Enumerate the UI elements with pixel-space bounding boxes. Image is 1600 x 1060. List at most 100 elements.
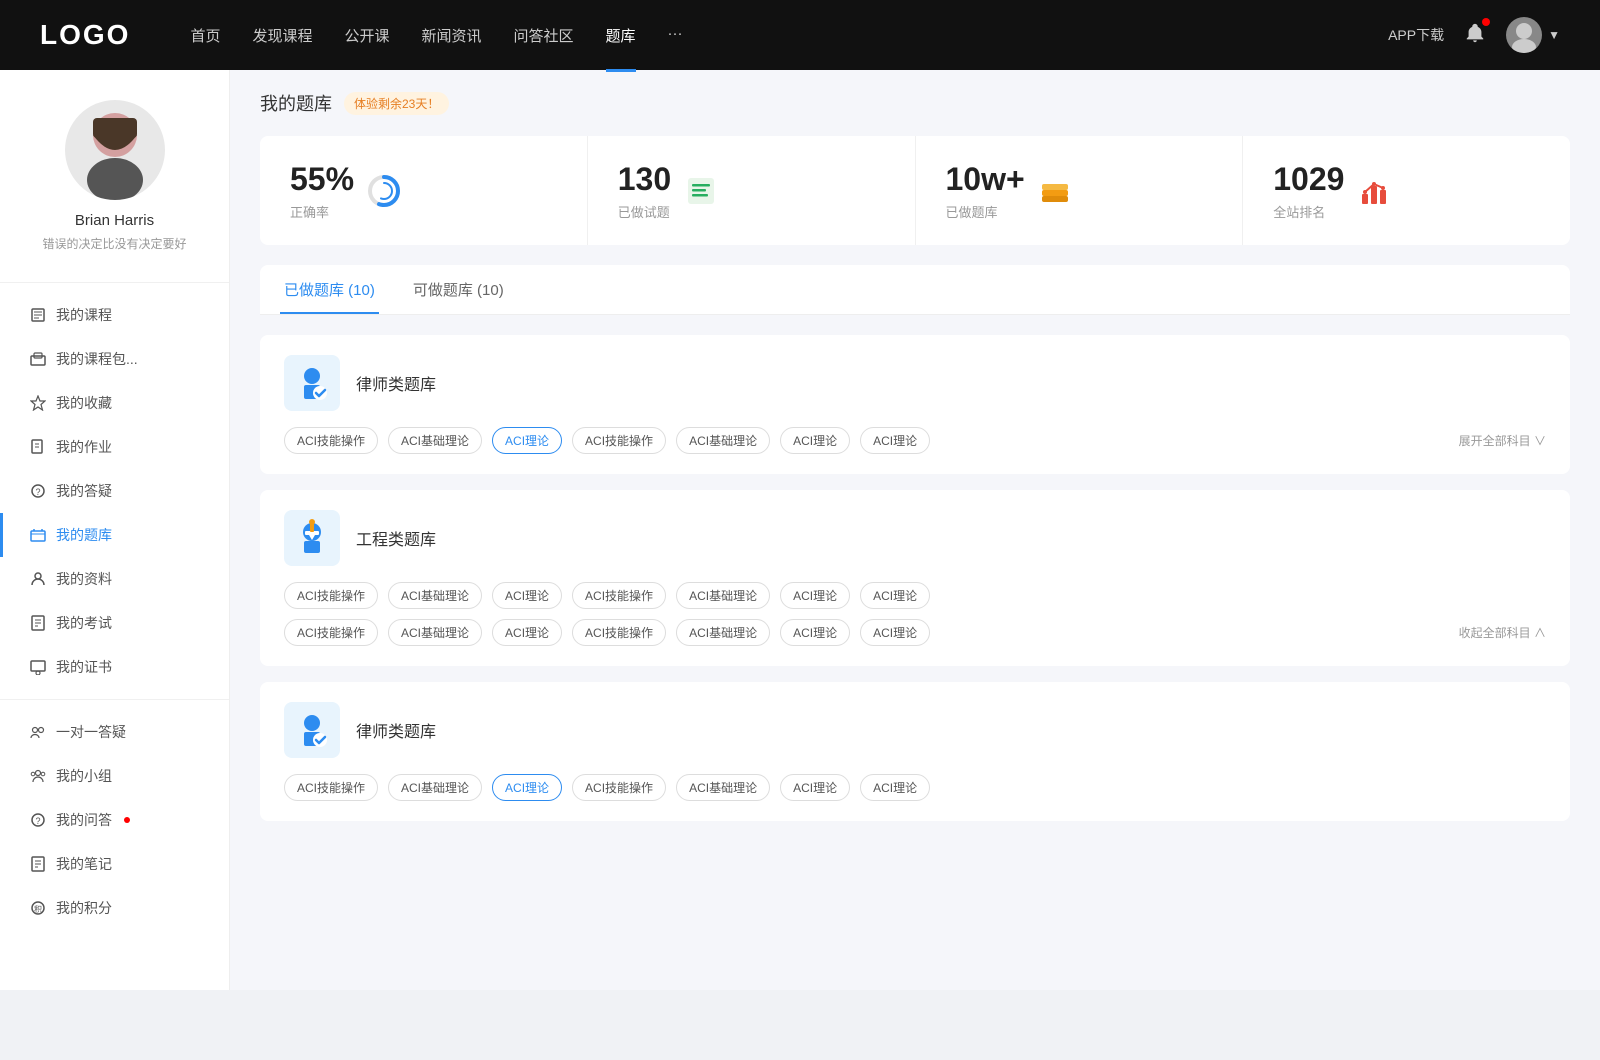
- exam-icon: [30, 615, 46, 631]
- bar-chart-icon: [1356, 173, 1392, 209]
- notification-bell[interactable]: [1464, 22, 1486, 49]
- app-download-button[interactable]: APP下载: [1388, 25, 1444, 45]
- tag-1s-0[interactable]: ACI技能操作: [284, 619, 378, 646]
- tag-0-3[interactable]: ACI技能操作: [572, 427, 666, 454]
- sidebar-item-question[interactable]: ? 我的问答: [0, 798, 229, 842]
- logo: LOGO: [40, 19, 130, 51]
- sidebar-menu: 我的课程 我的课程包... 我的收藏 我的作业: [0, 293, 229, 930]
- sidebar-item-homework[interactable]: 我的作业: [0, 425, 229, 469]
- sidebar-item-bank[interactable]: 我的题库: [0, 513, 229, 557]
- sidebar-item-exam[interactable]: 我的考试: [0, 601, 229, 645]
- stat-accuracy-label: 正确率: [290, 202, 354, 221]
- bank-title-0: 律师类题库: [356, 371, 436, 395]
- nav-more[interactable]: ···: [668, 21, 683, 50]
- expand-link-1[interactable]: 收起全部科目 ∧: [1459, 624, 1546, 641]
- bank-title-1: 工程类题库: [356, 526, 436, 550]
- svg-text:?: ?: [35, 816, 40, 826]
- sidebar: Brian Harris 错误的决定比没有决定要好 我的课程 我的课程包...: [0, 70, 230, 990]
- tag-1s-6[interactable]: ACI理论: [860, 619, 930, 646]
- sidebar-item-group[interactable]: 我的小组: [0, 754, 229, 798]
- list-icon: [683, 173, 719, 209]
- tags-row-1-second: ACI技能操作 ACI基础理论 ACI理论 ACI技能操作 ACI基础理论 AC…: [284, 619, 1546, 646]
- tags-row-2: ACI技能操作 ACI基础理论 ACI理论 ACI技能操作 ACI基础理论 AC…: [284, 774, 1546, 801]
- sidebar-item-oneonone[interactable]: 一对一答疑: [0, 710, 229, 754]
- star-icon: [30, 395, 46, 411]
- stat-accuracy: 55% 正确率: [260, 136, 588, 245]
- profile-name: Brian Harris: [75, 212, 154, 229]
- sidebar-item-package[interactable]: 我的课程包...: [0, 337, 229, 381]
- stack-icon: [1037, 173, 1073, 209]
- expand-link-0[interactable]: 展开全部科目 ∨: [1459, 432, 1546, 449]
- note-icon: [30, 856, 46, 872]
- tag-2-1[interactable]: ACI基础理论: [388, 774, 482, 801]
- qa-icon: ?: [30, 483, 46, 499]
- tag-1-6[interactable]: ACI理论: [860, 582, 930, 609]
- bank-card-2: 律师类题库 ACI技能操作 ACI基础理论 ACI理论 ACI技能操作 ACI基…: [260, 682, 1570, 821]
- svg-text:积: 积: [34, 904, 42, 914]
- nav-open-course[interactable]: 公开课: [344, 21, 389, 50]
- tag-1s-1[interactable]: ACI基础理论: [388, 619, 482, 646]
- profile-motto: 错误的决定比没有决定要好: [42, 235, 186, 252]
- page-title: 我的题库: [260, 90, 332, 116]
- tag-1-3[interactable]: ACI技能操作: [572, 582, 666, 609]
- tag-2-6[interactable]: ACI理论: [860, 774, 930, 801]
- bank-title-2: 律师类题库: [356, 718, 436, 742]
- tag-2-5[interactable]: ACI理论: [780, 774, 850, 801]
- sidebar-item-note[interactable]: 我的笔记: [0, 842, 229, 886]
- group-icon: [30, 768, 46, 784]
- tag-0-1[interactable]: ACI基础理论: [388, 427, 482, 454]
- notification-badge: [1482, 18, 1490, 26]
- nav-news[interactable]: 新闻资讯: [422, 21, 482, 50]
- nav-qa[interactable]: 问答社区: [514, 21, 574, 50]
- nav-bank[interactable]: 题库: [606, 21, 636, 50]
- stat-done-questions-value: 130: [618, 160, 671, 198]
- tag-0-0[interactable]: ACI技能操作: [284, 427, 378, 454]
- bank-card-0: 律师类题库 ACI技能操作 ACI基础理论 ACI理论 ACI技能操作 ACI基…: [260, 335, 1570, 474]
- tag-1-0[interactable]: ACI技能操作: [284, 582, 378, 609]
- bank-icon-engineer: [284, 510, 340, 566]
- tag-2-2[interactable]: ACI理论: [492, 774, 562, 801]
- tag-2-3[interactable]: ACI技能操作: [572, 774, 666, 801]
- tag-1-1[interactable]: ACI基础理论: [388, 582, 482, 609]
- sidebar-item-points[interactable]: 积 我的积分: [0, 886, 229, 930]
- stat-accuracy-value: 55%: [290, 160, 354, 198]
- tag-0-5[interactable]: ACI理论: [780, 427, 850, 454]
- sidebar-divider: [0, 282, 229, 283]
- tag-1s-4[interactable]: ACI基础理论: [676, 619, 770, 646]
- tag-1-4[interactable]: ACI基础理论: [676, 582, 770, 609]
- tag-1s-2[interactable]: ACI理论: [492, 619, 562, 646]
- stat-done-banks: 10w+ 已做题库: [916, 136, 1244, 245]
- stat-done-questions-label: 已做试题: [618, 202, 671, 221]
- tag-0-2[interactable]: ACI理论: [492, 427, 562, 454]
- stats-row: 55% 正确率 130 已做试题: [260, 136, 1570, 245]
- tab-available[interactable]: 可做题库 (10): [409, 265, 508, 314]
- sidebar-divider-2: [0, 699, 229, 700]
- cert-icon: [30, 659, 46, 675]
- tag-2-0[interactable]: ACI技能操作: [284, 774, 378, 801]
- nav-home[interactable]: 首页: [190, 21, 220, 50]
- avatar: [1506, 17, 1542, 53]
- sidebar-item-profile[interactable]: 我的资料: [0, 557, 229, 601]
- sidebar-item-course[interactable]: 我的课程: [0, 293, 229, 337]
- user-avatar-menu[interactable]: ▼: [1506, 17, 1560, 53]
- stat-ranking-label: 全站排名: [1273, 202, 1344, 221]
- tag-0-6[interactable]: ACI理论: [860, 427, 930, 454]
- sidebar-item-favorites[interactable]: 我的收藏: [0, 381, 229, 425]
- tag-1-5[interactable]: ACI理论: [780, 582, 850, 609]
- tag-0-4[interactable]: ACI基础理论: [676, 427, 770, 454]
- bank-icon-lawyer2: [284, 702, 340, 758]
- sidebar-item-my-qa[interactable]: ? 我的答疑: [0, 469, 229, 513]
- tag-1s-5[interactable]: ACI理论: [780, 619, 850, 646]
- tag-1-2[interactable]: ACI理论: [492, 582, 562, 609]
- header-right: APP下载 ▼: [1388, 17, 1560, 53]
- stat-ranking: 1029 全站排名: [1243, 136, 1570, 245]
- tab-done[interactable]: 已做题库 (10): [280, 265, 379, 314]
- tag-2-4[interactable]: ACI基础理论: [676, 774, 770, 801]
- page-header: 我的题库 体验剩余23天！: [260, 90, 1570, 116]
- tag-1s-3[interactable]: ACI技能操作: [572, 619, 666, 646]
- bank-tabs: 已做题库 (10) 可做题库 (10): [260, 265, 1570, 315]
- svg-text:?: ?: [35, 487, 40, 497]
- nav-discover[interactable]: 发现课程: [252, 21, 312, 50]
- sidebar-item-cert[interactable]: 我的证书: [0, 645, 229, 689]
- header: LOGO 首页 发现课程 公开课 新闻资讯 问答社区 题库 ··· APP下载 …: [0, 0, 1600, 70]
